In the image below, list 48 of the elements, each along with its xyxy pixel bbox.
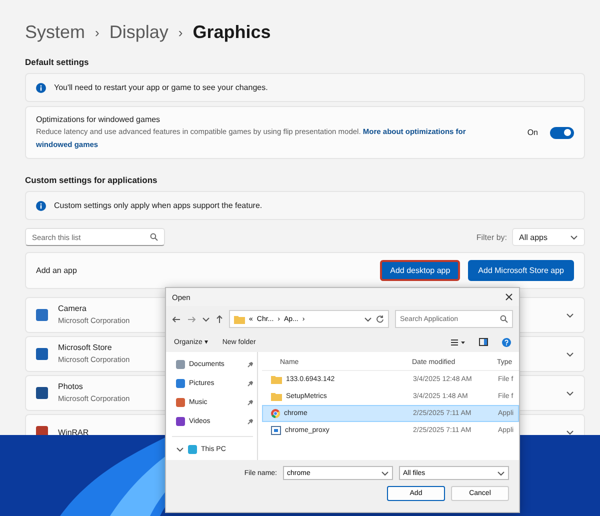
search-icon bbox=[150, 233, 158, 241]
refresh-icon[interactable] bbox=[376, 315, 384, 323]
back-arrow-icon[interactable] bbox=[172, 316, 181, 322]
chevron-down-icon bbox=[497, 470, 505, 476]
info-text: You'll need to restart your app or game to see your changes. bbox=[54, 83, 268, 92]
expand-chevron-icon bbox=[566, 390, 574, 396]
app-name: Photos bbox=[58, 382, 84, 391]
app-icon bbox=[36, 387, 48, 399]
add-app-button[interactable]: Add Microsoft Store app bbox=[468, 260, 574, 281]
chrome-icon bbox=[271, 409, 280, 418]
toggle-switch[interactable] bbox=[550, 126, 574, 138]
toggle-state-label: On bbox=[527, 128, 538, 137]
expand-chevron-icon bbox=[566, 312, 574, 318]
view-menu-icon[interactable] bbox=[451, 338, 465, 346]
expand-chevron-icon bbox=[566, 430, 574, 434]
breadcrumb-separator: › bbox=[178, 25, 183, 40]
filter-dropdown[interactable]: All apps bbox=[512, 228, 585, 246]
expand-chevron-icon bbox=[566, 352, 574, 356]
add-app-button[interactable]: Add desktop app bbox=[380, 260, 460, 281]
expanded-chevron-icon bbox=[176, 447, 184, 452]
app-icon bbox=[36, 348, 48, 360]
app-name: WinRAR bbox=[58, 428, 89, 435]
help-icon[interactable] bbox=[502, 338, 511, 346]
info-icon bbox=[36, 200, 46, 210]
chevron-down-icon bbox=[381, 470, 389, 476]
preview-pane-icon[interactable] bbox=[479, 338, 488, 346]
up-arrow-icon[interactable] bbox=[216, 314, 223, 324]
address-dropdown-icon bbox=[364, 316, 372, 322]
app-icon bbox=[36, 309, 48, 321]
app-name: Camera bbox=[58, 304, 88, 313]
app-name: Microsoft Store bbox=[58, 343, 113, 352]
breadcrumb-item[interactable]: Display bbox=[109, 22, 168, 43]
chevron-down-icon bbox=[570, 234, 578, 240]
filter-label: Filter by: bbox=[476, 232, 507, 242]
info-icon bbox=[36, 82, 46, 92]
setting-title: Optimizations for windowed games bbox=[36, 115, 162, 124]
breadcrumb-separator: › bbox=[95, 25, 100, 40]
info-text: Custom settings only apply when apps support the feature. bbox=[54, 201, 262, 210]
search-icon bbox=[500, 315, 508, 323]
recent-locations-icon bbox=[202, 316, 210, 322]
section-heading: Default settings bbox=[25, 57, 90, 67]
breadcrumb-item: Graphics bbox=[192, 22, 271, 43]
close-icon[interactable] bbox=[505, 293, 513, 301]
add-app-label: Add an app bbox=[36, 266, 78, 275]
breadcrumb-item[interactable]: System bbox=[25, 22, 86, 43]
section-heading: Custom settings for applications bbox=[25, 175, 158, 185]
application-icon bbox=[271, 426, 281, 435]
app-icon bbox=[36, 426, 48, 435]
